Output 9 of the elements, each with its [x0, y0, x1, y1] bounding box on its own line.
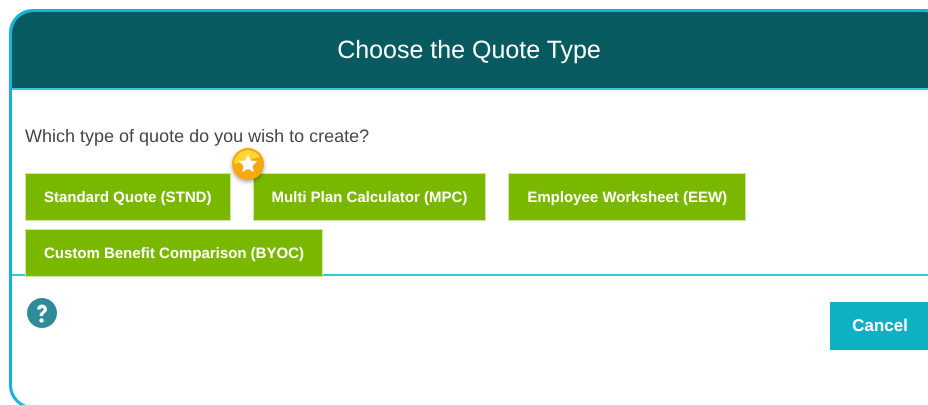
question-text: Which type of quote do you wish to create?	[25, 126, 370, 147]
star-badge-icon[interactable]	[230, 147, 264, 181]
dialog-title: Choose the Quote Type	[337, 36, 602, 64]
cancel-button[interactable]: Cancel	[830, 302, 928, 350]
quote-type-button[interactable]: Employee Worksheet (EEW)	[508, 173, 746, 221]
help-icon[interactable]	[27, 298, 57, 328]
quote-type-button[interactable]: Multi Plan Calculator (MPC)	[252, 173, 486, 221]
quote-type-button[interactable]: Custom Benefit Comparison (BYOC)	[25, 229, 324, 277]
quote-type-button[interactable]: Standard Quote (STND)	[25, 173, 230, 221]
